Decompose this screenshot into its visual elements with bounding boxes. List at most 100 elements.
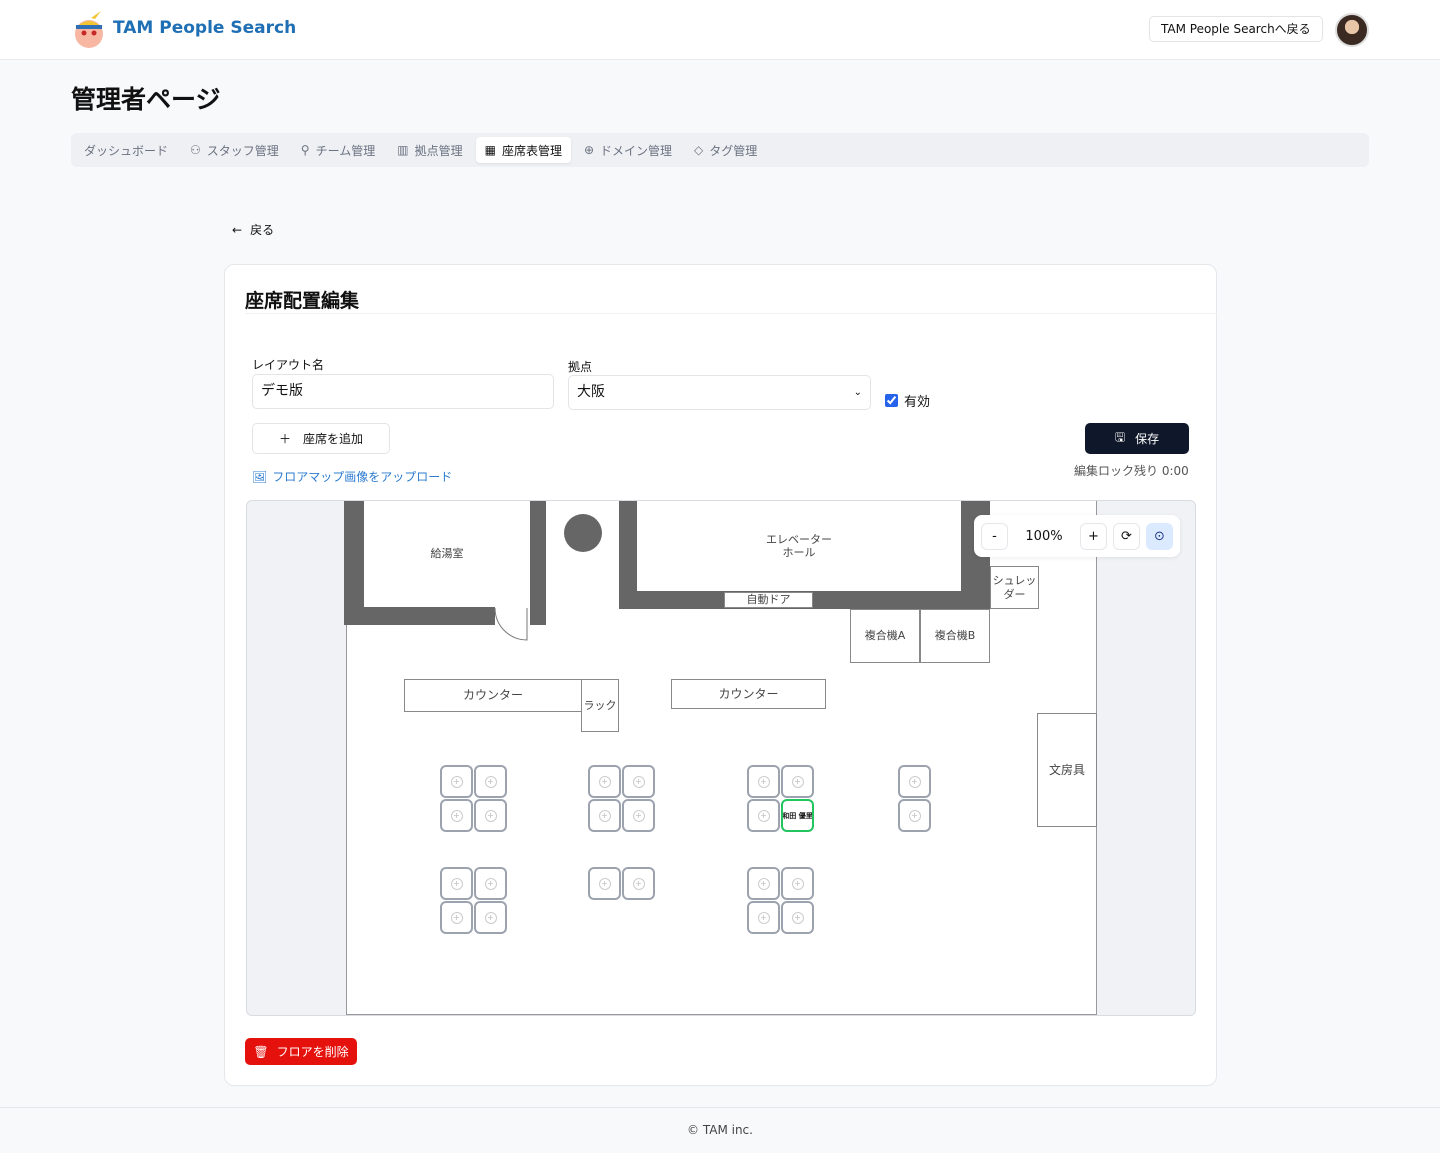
back-to-site-button[interactable]: TAM People Searchへ戻る <box>1149 16 1323 42</box>
active-checkbox[interactable] <box>885 394 898 407</box>
add-occupant-icon: + <box>632 877 645 890</box>
add-occupant-icon: + <box>908 775 921 788</box>
seat[interactable]: 和田 優里 <box>781 799 814 832</box>
tab-label: タグ管理 <box>709 143 758 158</box>
back-link[interactable]: ← 戻る <box>232 221 274 238</box>
add-occupant-icon: + <box>791 911 804 924</box>
seat[interactable]: + <box>747 799 780 832</box>
wall <box>344 607 495 625</box>
save-label: 保存 <box>1135 432 1160 446</box>
seat[interactable]: + <box>898 765 931 798</box>
seat[interactable]: + <box>440 867 473 900</box>
avatar[interactable] <box>1335 13 1369 47</box>
seat[interactable]: + <box>781 867 814 900</box>
seat[interactable]: + <box>474 867 507 900</box>
upload-floor-map-link[interactable]: 🖼 フロアマップ画像をアップロード <box>252 468 452 485</box>
seat-occupant: 和田 優里 <box>782 811 813 820</box>
save-button[interactable]: 🖫 保存 <box>1085 423 1189 454</box>
add-occupant-icon: + <box>450 775 463 788</box>
seat[interactable]: + <box>588 799 621 832</box>
seat[interactable]: + <box>474 765 507 798</box>
tab-label: ドメイン管理 <box>600 143 673 158</box>
seat[interactable]: + <box>622 799 655 832</box>
seat[interactable]: + <box>474 901 507 934</box>
location-value: 大阪 <box>577 384 605 400</box>
stationery[interactable]: 文房具 <box>1037 713 1097 827</box>
tab-0[interactable]: ダッシュボード <box>75 137 177 163</box>
door-swing <box>494 607 528 641</box>
logo[interactable] <box>71 10 107 48</box>
add-occupant-icon: + <box>757 911 770 924</box>
tab-label: チーム管理 <box>315 143 376 158</box>
add-occupant-icon: + <box>791 877 804 890</box>
reset-icon[interactable]: ⟳ <box>1113 522 1140 550</box>
back-label: 戻る <box>250 223 275 237</box>
tab-label: 拠点管理 <box>414 143 463 158</box>
seat[interactable]: + <box>588 765 621 798</box>
seat[interactable]: + <box>747 867 780 900</box>
seat[interactable]: + <box>898 799 931 832</box>
add-occupant-icon: + <box>484 809 497 822</box>
mfp-a[interactable]: 複合機A <box>850 609 920 663</box>
building-icon: ▥ <box>397 143 409 157</box>
zoom-toolbar: - 100% + ⟳ ⊙ <box>974 515 1180 557</box>
users-icon: ⚇ <box>190 143 201 157</box>
tab-1[interactable]: ⚇ スタッフ管理 <box>181 137 288 163</box>
tab-6[interactable]: ◇ タグ管理 <box>685 137 766 163</box>
shredder[interactable]: シュレッ ダー <box>990 566 1039 609</box>
location-select[interactable]: 大阪 ⌄ <box>568 375 871 410</box>
seat[interactable]: + <box>781 765 814 798</box>
zoom-level: 100% <box>1025 528 1063 544</box>
seat[interactable]: + <box>440 901 473 934</box>
plus-icon: ＋ <box>278 432 291 446</box>
add-occupant-icon: + <box>598 809 611 822</box>
add-occupant-icon: + <box>450 809 463 822</box>
auto-door[interactable]: 自動ドア <box>724 592 813 608</box>
counter[interactable]: カウンター <box>404 679 582 712</box>
mfp-b[interactable]: 複合機B <box>920 609 990 663</box>
save-icon: 🖫 <box>1114 430 1126 444</box>
seat[interactable]: + <box>622 867 655 900</box>
seat[interactable]: + <box>440 799 473 832</box>
seat[interactable]: + <box>747 901 780 934</box>
tab-2[interactable]: ⚲ チーム管理 <box>292 137 384 163</box>
seat[interactable]: + <box>781 901 814 934</box>
tab-label: スタッフ管理 <box>206 143 279 158</box>
upload-label: フロアマップ画像をアップロード <box>272 470 453 484</box>
seat[interactable]: + <box>588 867 621 900</box>
page-title: 管理者ページ <box>71 85 221 114</box>
image-upload-icon: 🖼 <box>252 469 268 484</box>
tab-4[interactable]: ▦ 座席表管理 <box>475 137 571 163</box>
add-occupant-icon: + <box>632 775 645 788</box>
globe-icon: ⊕ <box>583 143 595 157</box>
add-occupant-icon: + <box>908 809 921 822</box>
add-seat-button[interactable]: ＋ 座席を追加 <box>252 423 390 454</box>
arrow-left-icon: ← <box>232 222 243 237</box>
counter[interactable]: カウンター <box>671 679 826 709</box>
seat[interactable]: + <box>622 765 655 798</box>
delete-label: フロアを削除 <box>276 1045 349 1059</box>
add-occupant-icon: + <box>484 911 497 924</box>
floor-map-canvas[interactable]: 給湯室 エレベーター ホール 自動ドア シュレッ ダー 複合機A 複合機B カウ… <box>246 500 1196 1016</box>
add-occupant-icon: + <box>791 775 804 788</box>
zoom-in-button[interactable]: + <box>1080 522 1107 550</box>
brand-name[interactable]: TAM People Search <box>113 18 296 38</box>
tab-3[interactable]: ▥ 拠点管理 <box>388 137 471 163</box>
seat[interactable]: + <box>440 765 473 798</box>
seat[interactable]: + <box>474 799 507 832</box>
admin-tabs: ダッシュボード ⚇ スタッフ管理 ⚲ チーム管理 ▥ 拠点管理 ▦ 座席表管理 ⊕ ドメイン管理 ◇ タ… <box>71 133 1369 167</box>
zoom-out-button[interactable]: - <box>981 522 1008 550</box>
add-seat-label: 座席を追加 <box>303 432 364 446</box>
layout-name-input[interactable]: デモ版 <box>252 374 554 409</box>
team-icon: ⚲ <box>300 143 310 157</box>
rack[interactable]: ラック <box>581 679 619 732</box>
magnet-icon[interactable]: ⊙ <box>1146 522 1173 550</box>
card-title: 座席配置編集 <box>245 290 360 312</box>
tab-5[interactable]: ⊕ ドメイン管理 <box>575 137 681 163</box>
divider <box>245 313 1217 314</box>
seat[interactable]: + <box>747 765 780 798</box>
active-label: 有効 <box>904 395 931 410</box>
pillar <box>564 514 602 552</box>
delete-floor-button[interactable]: 🗑 フロアを削除 <box>245 1038 357 1065</box>
active-checkbox-row[interactable]: 有効 <box>885 391 930 410</box>
